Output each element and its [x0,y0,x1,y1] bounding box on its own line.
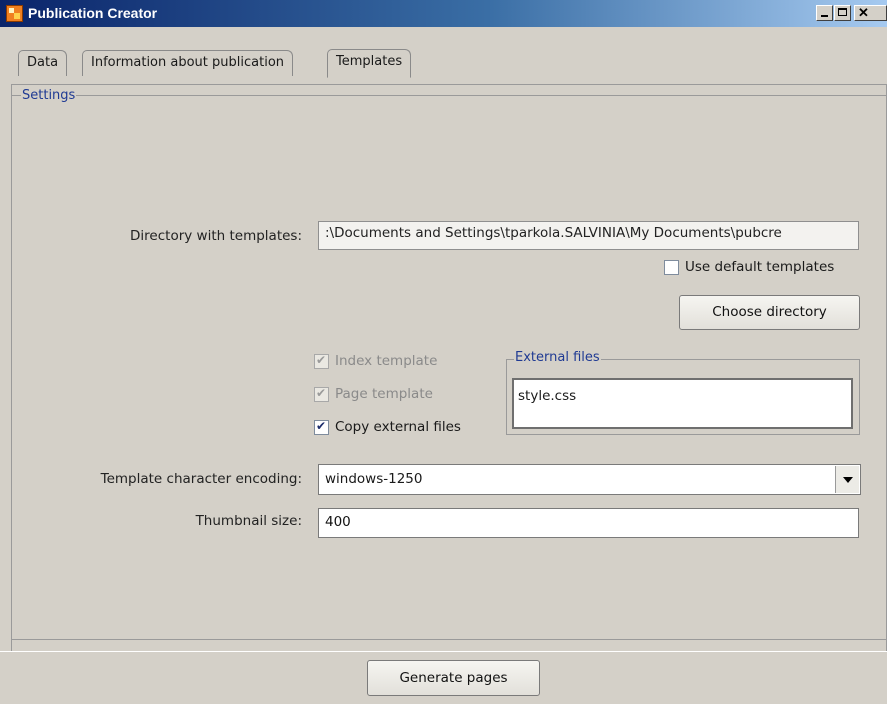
generate-pages-button[interactable]: Generate pages [367,660,540,696]
thumbnail-size-input[interactable]: 400 [318,508,859,538]
page-template-checkbox: ✔ Page template [314,386,433,402]
encoding-label: Template character encoding: [100,471,302,487]
index-template-checkbox: ✔ Index template [314,353,437,369]
check-icon: ✔ [316,385,327,400]
use-default-templates-label: Use default templates [685,259,835,275]
thumbnail-size-label: Thumbnail size: [195,513,302,529]
check-icon: ✔ [316,418,327,433]
checkbox-box[interactable]: ✔ [314,418,329,435]
directory-label: Directory with templates: [130,228,302,244]
external-files-list[interactable]: style.css [512,378,853,429]
choose-directory-button[interactable]: Choose directory [679,295,860,330]
index-template-label: Index template [335,353,438,369]
list-item[interactable]: style.css [518,388,576,404]
page-template-label: Page template [335,386,433,402]
directory-field[interactable]: :\Documents and Settings\tparkola.SALVIN… [318,221,859,250]
encoding-select[interactable]: windows-1250 [318,464,861,495]
copy-external-files-checkbox[interactable]: ✔ Copy external files [314,419,461,435]
encoding-value: windows-1250 [325,471,423,487]
checkbox-box: ✔ [314,385,329,402]
settings-content: Directory with templates: :\Documents an… [0,0,887,704]
checkbox-box: ✔ [314,352,329,369]
copy-external-files-label: Copy external files [335,419,461,435]
checkbox-box[interactable] [664,259,679,275]
divider [0,651,887,652]
dropdown-arrow-icon[interactable] [835,466,859,493]
external-files-legend: External files [514,350,601,365]
main-window: Publication Creator ✕ Data Information a… [0,0,887,704]
use-default-templates-checkbox[interactable]: Use default templates [664,259,834,275]
check-icon: ✔ [316,352,327,367]
